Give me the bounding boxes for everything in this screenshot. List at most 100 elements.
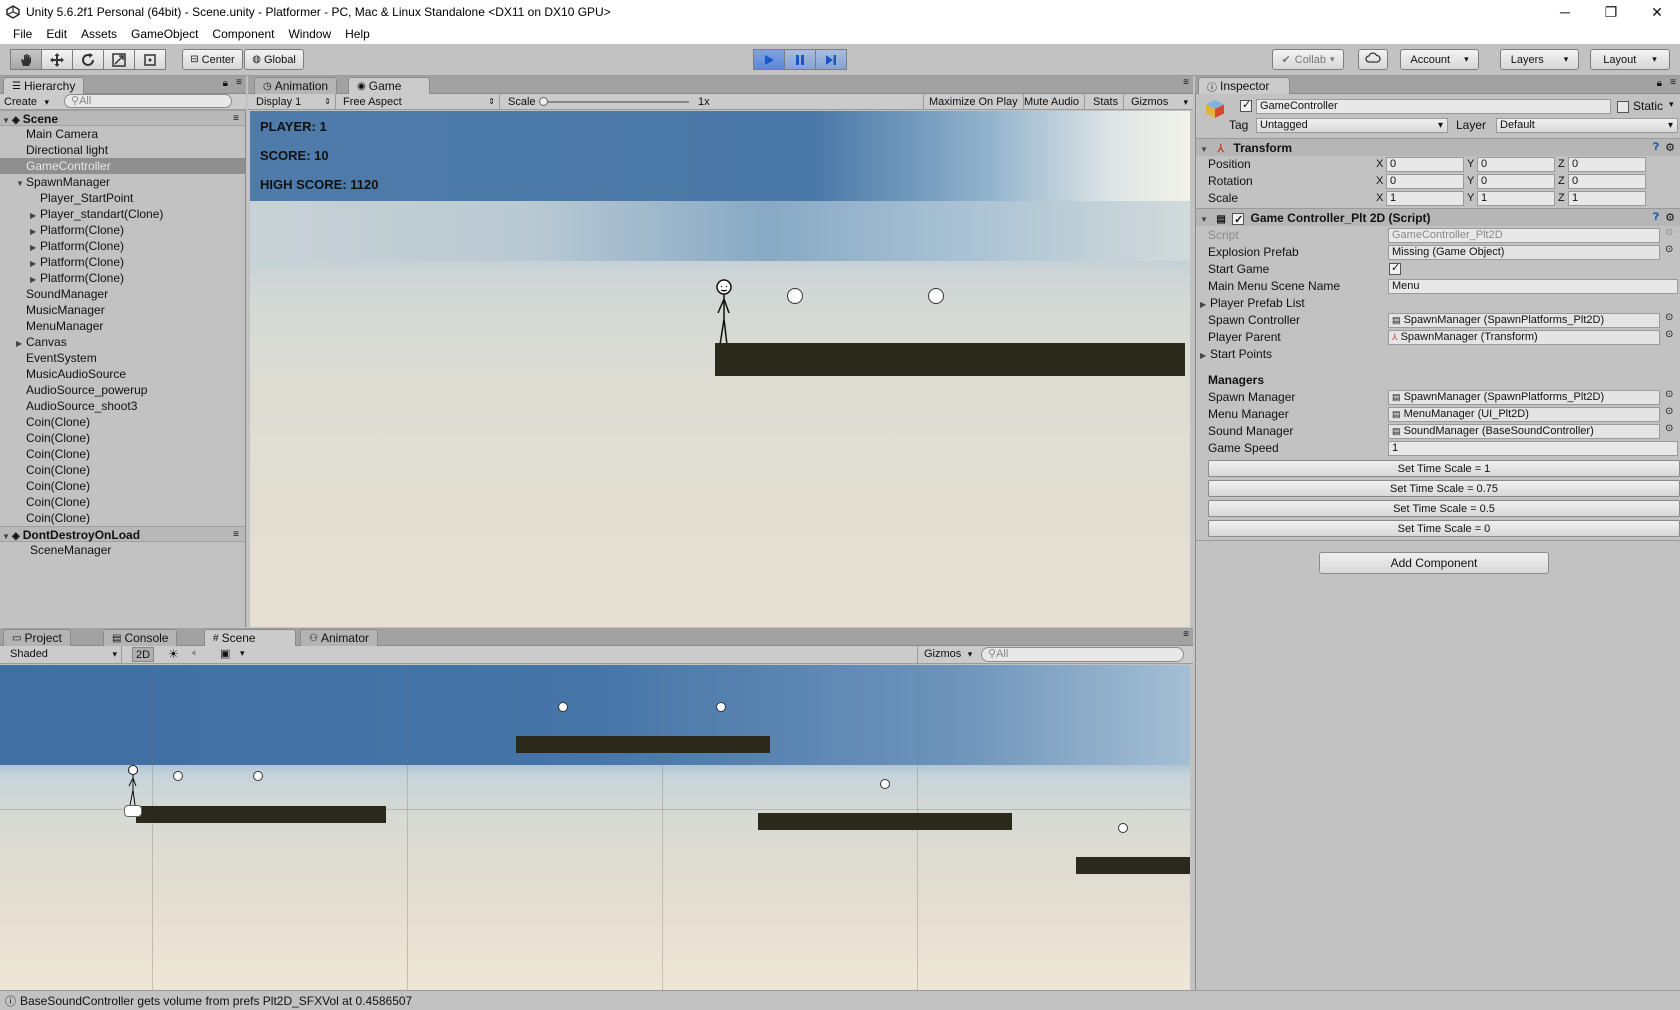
pause-icon[interactable] bbox=[784, 49, 816, 70]
panel-menu-icon[interactable]: ≡ bbox=[1183, 77, 1189, 88]
scene-gizmos-dropdown[interactable]: Gizmos ▾ bbox=[917, 646, 975, 663]
start-points-foldout[interactable]: ▶ Start Points bbox=[1200, 346, 1272, 363]
spawn-controller-field[interactable]: ▤ SpawnManager (SpawnPlatforms_Plt2D) bbox=[1388, 313, 1660, 328]
hierarchy-item[interactable]: EventSystem bbox=[0, 350, 245, 366]
chevron-down-icon[interactable]: ▾ bbox=[240, 648, 245, 659]
tab-animator[interactable]: ⚇ Animator bbox=[300, 629, 378, 646]
hierarchy-search-input[interactable]: ⚲All bbox=[64, 94, 232, 108]
layout-dropdown[interactable]: Layout ▾ bbox=[1590, 49, 1670, 70]
hierarchy-item[interactable]: Coin(Clone) bbox=[0, 414, 245, 430]
transform-rotation-x-input[interactable]: 0 bbox=[1386, 174, 1464, 189]
tab-animation[interactable]: ◷ Animation bbox=[254, 77, 338, 94]
hierarchy-item[interactable]: ▶ Canvas bbox=[0, 334, 245, 350]
set-time-scale-0-button[interactable]: Set Time Scale = 0 bbox=[1208, 520, 1680, 537]
hierarchy-item[interactable]: ▼ SpawnManager bbox=[0, 174, 245, 190]
panel-menu-icon[interactable]: ≡ bbox=[233, 111, 239, 127]
scene-canvas[interactable] bbox=[0, 665, 1190, 990]
scene-search-input[interactable]: ⚲All bbox=[981, 647, 1184, 662]
hierarchy-item[interactable]: Directional light bbox=[0, 142, 245, 158]
gear-icon[interactable]: ⚙ bbox=[1665, 139, 1675, 157]
transform-scale-x-input[interactable]: 1 bbox=[1386, 191, 1464, 206]
panel-menu-icon[interactable]: ≡ bbox=[233, 527, 239, 543]
step-icon[interactable] bbox=[815, 49, 847, 70]
account-dropdown[interactable]: Account ▾ bbox=[1400, 49, 1479, 70]
transform-position-x-input[interactable]: 0 bbox=[1386, 157, 1464, 172]
set-time-scale-1-button[interactable]: Set Time Scale = 1 bbox=[1208, 460, 1680, 477]
transform-rotation-y-input[interactable]: 0 bbox=[1477, 174, 1555, 189]
lighting-icon[interactable]: ☀ bbox=[168, 647, 179, 661]
hierarchy-item[interactable]: Coin(Clone) bbox=[0, 494, 245, 510]
transform-component-header[interactable]: ▼ ⅄ Transform ❓︎ ⚙ bbox=[1196, 138, 1680, 156]
hierarchy-item-scenemanager[interactable]: SceneManager bbox=[0, 542, 245, 558]
tag-dropdown[interactable]: Untagged bbox=[1256, 118, 1448, 133]
hand-tool-icon[interactable] bbox=[10, 49, 42, 70]
panel-menu-icon[interactable]: ≡ bbox=[1670, 77, 1676, 88]
hierarchy-item[interactable]: GameController bbox=[0, 158, 245, 174]
hierarchy-item[interactable]: AudioSource_powerup bbox=[0, 382, 245, 398]
expand-closed-icon[interactable]: ▶ bbox=[1200, 296, 1210, 313]
menu-gameobject[interactable]: GameObject bbox=[124, 27, 205, 41]
aspect-dropdown[interactable]: Free Aspect ⇕ bbox=[338, 94, 500, 110]
hierarchy-item[interactable]: Coin(Clone) bbox=[0, 462, 245, 478]
hierarchy-item[interactable]: Coin(Clone) bbox=[0, 446, 245, 462]
layers-dropdown[interactable]: Layers ▾ bbox=[1500, 49, 1579, 70]
create-dropdown[interactable]: Create ▾ bbox=[4, 95, 49, 109]
scene-root-row[interactable]: ▼ ◈ Scene ≡ bbox=[0, 110, 245, 126]
menu-component[interactable]: Component bbox=[205, 27, 281, 41]
menu-help[interactable]: Help bbox=[338, 27, 377, 41]
set-time-scale-075-button[interactable]: Set Time Scale = 0.75 bbox=[1208, 480, 1680, 497]
stats-toggle[interactable]: Stats bbox=[1088, 94, 1125, 110]
shading-dropdown[interactable]: Shaded ▾ bbox=[4, 646, 122, 663]
lock-icon[interactable]: 🔒︎ bbox=[223, 78, 228, 89]
explosion-prefab-field[interactable]: Missing (Game Object) bbox=[1388, 245, 1660, 260]
hierarchy-item[interactable]: AudioSource_shoot3 bbox=[0, 398, 245, 414]
rotate-tool-icon[interactable] bbox=[72, 49, 104, 70]
tab-inspector[interactable]: ⓘ Inspector bbox=[1198, 77, 1290, 94]
hierarchy-item[interactable]: MusicManager bbox=[0, 302, 245, 318]
object-picker-icon[interactable]: ⊙ bbox=[1665, 244, 1673, 255]
cloud-button[interactable] bbox=[1358, 49, 1388, 70]
game-canvas[interactable]: PLAYER: 1 SCORE: 10 HIGH SCORE: 1120 bbox=[250, 111, 1190, 627]
script-component-header[interactable]: ▼ ▤ Game Controller_Plt 2D (Script) ❓︎ ⚙ bbox=[1196, 208, 1680, 229]
hierarchy-item[interactable]: ▶ Platform(Clone) bbox=[0, 238, 245, 254]
object-name-input[interactable]: GameController bbox=[1256, 99, 1611, 114]
menu-window[interactable]: Window bbox=[281, 27, 338, 41]
active-checkbox[interactable] bbox=[1240, 98, 1252, 112]
close-icon[interactable]: ✕ bbox=[1634, 0, 1680, 24]
hierarchy-item[interactable]: MenuManager bbox=[0, 318, 245, 334]
effects-icon[interactable]: ▣ bbox=[220, 647, 230, 660]
panel-menu-icon[interactable]: ≡ bbox=[236, 77, 242, 88]
dontdestroy-root-row[interactable]: ▼ ◈ DontDestroyOnLoad ≡ bbox=[0, 526, 245, 542]
expand-closed-icon[interactable]: ▶ bbox=[1200, 347, 1210, 364]
hierarchy-item[interactable]: MusicAudioSource bbox=[0, 366, 245, 382]
collab-dropdown[interactable]: ✔ Collab ▾ bbox=[1272, 49, 1344, 70]
object-picker-icon[interactable]: ⊙ bbox=[1665, 312, 1673, 323]
add-component-button[interactable]: Add Component bbox=[1319, 552, 1549, 574]
object-picker-icon[interactable]: ⊙ bbox=[1665, 389, 1673, 400]
menu-file[interactable]: File bbox=[6, 27, 39, 41]
audio-icon[interactable]: 🔈︎ bbox=[192, 647, 199, 660]
help-icon[interactable]: ❓︎ bbox=[1653, 139, 1659, 157]
object-picker-icon[interactable]: ⊙ bbox=[1665, 406, 1673, 417]
static-checkbox[interactable] bbox=[1617, 101, 1629, 113]
status-message[interactable]: BaseSoundController gets volume from pre… bbox=[20, 994, 412, 1008]
sound-manager-field[interactable]: ▤ SoundManager (BaseSoundController) bbox=[1388, 424, 1660, 439]
chevron-down-icon[interactable]: ▾ bbox=[1669, 99, 1674, 110]
lock-icon[interactable]: 🔒︎ bbox=[1657, 78, 1662, 89]
move-tool-icon[interactable] bbox=[41, 49, 73, 70]
spawn-manager-field[interactable]: ▤ SpawnManager (SpawnPlatforms_Plt2D) bbox=[1388, 390, 1660, 405]
set-time-scale-05-button[interactable]: Set Time Scale = 0.5 bbox=[1208, 500, 1680, 517]
transform-rotation-z-input[interactable]: 0 bbox=[1568, 174, 1646, 189]
restore-icon[interactable]: ❐ bbox=[1588, 0, 1634, 24]
hierarchy-item[interactable]: SoundManager bbox=[0, 286, 245, 302]
hierarchy-item[interactable]: Main Camera bbox=[0, 126, 245, 142]
hierarchy-item[interactable]: Player_StartPoint bbox=[0, 190, 245, 206]
start-game-checkbox[interactable] bbox=[1389, 261, 1401, 275]
gear-icon[interactable]: ⚙ bbox=[1665, 209, 1675, 227]
play-icon[interactable] bbox=[753, 49, 785, 70]
tab-scene[interactable]: # Scene bbox=[204, 629, 296, 646]
mute-audio-toggle[interactable]: Mute Audio bbox=[1019, 94, 1086, 110]
rect-tool-icon[interactable] bbox=[134, 49, 166, 70]
transform-position-z-input[interactable]: 0 bbox=[1568, 157, 1646, 172]
scale-slider-track[interactable] bbox=[541, 101, 689, 103]
